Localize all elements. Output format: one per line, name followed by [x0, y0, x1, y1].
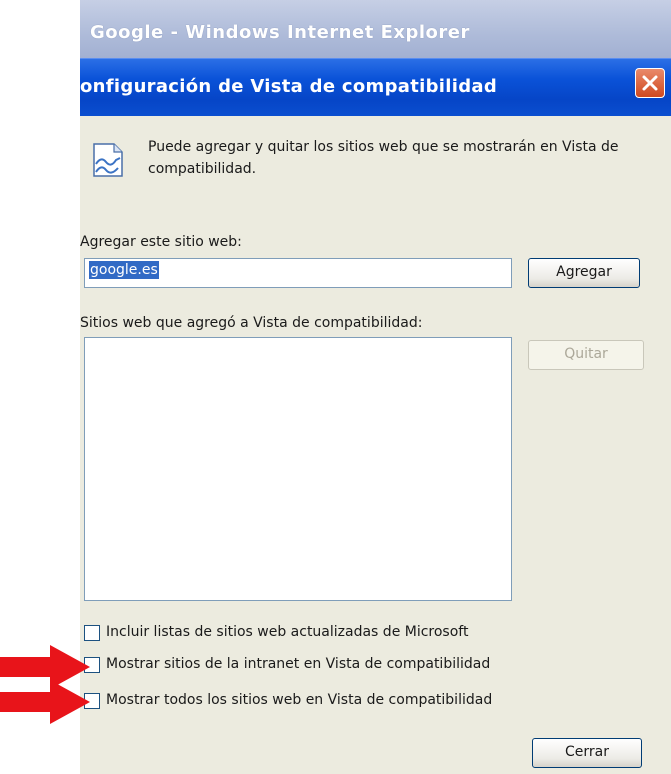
sites-list-label: Sitios web que agregó a Vista de compati… [80, 315, 423, 331]
dialog-title-bar: onfiguración de Vista de compatibilidad [80, 58, 671, 117]
add-site-input-value: google.es [89, 261, 159, 279]
dialog-close-button[interactable] [635, 68, 665, 98]
add-site-label: Agregar este sitio web: [80, 234, 242, 250]
checkbox-label: Mostrar sitios de la intranet en Vista d… [106, 656, 491, 672]
sites-list[interactable] [84, 337, 512, 601]
ie-window-title-bar: Google - Windows Internet Explorer [80, 0, 671, 58]
ie-window-title: Google - Windows Internet Explorer [90, 22, 470, 43]
add-button[interactable]: Agregar [528, 258, 640, 288]
checkbox-label: Mostrar todos los sitios web en Vista de… [106, 692, 493, 708]
remove-button[interactable]: Quitar [528, 340, 644, 370]
dialog-title: onfiguración de Vista de compatibilidad [80, 76, 498, 97]
compatibility-view-icon [93, 143, 123, 177]
add-site-input[interactable]: google.es [84, 258, 512, 288]
close-button[interactable]: Cerrar [532, 738, 642, 768]
checkbox-label: Incluir listas de sitios web actualizada… [106, 624, 469, 640]
checkbox-microsoft-lists[interactable] [84, 625, 100, 641]
annotation-arrow-icon [0, 680, 90, 724]
close-icon [642, 75, 658, 91]
info-text: Puede agregar y quitar los sitios web qu… [148, 139, 619, 177]
